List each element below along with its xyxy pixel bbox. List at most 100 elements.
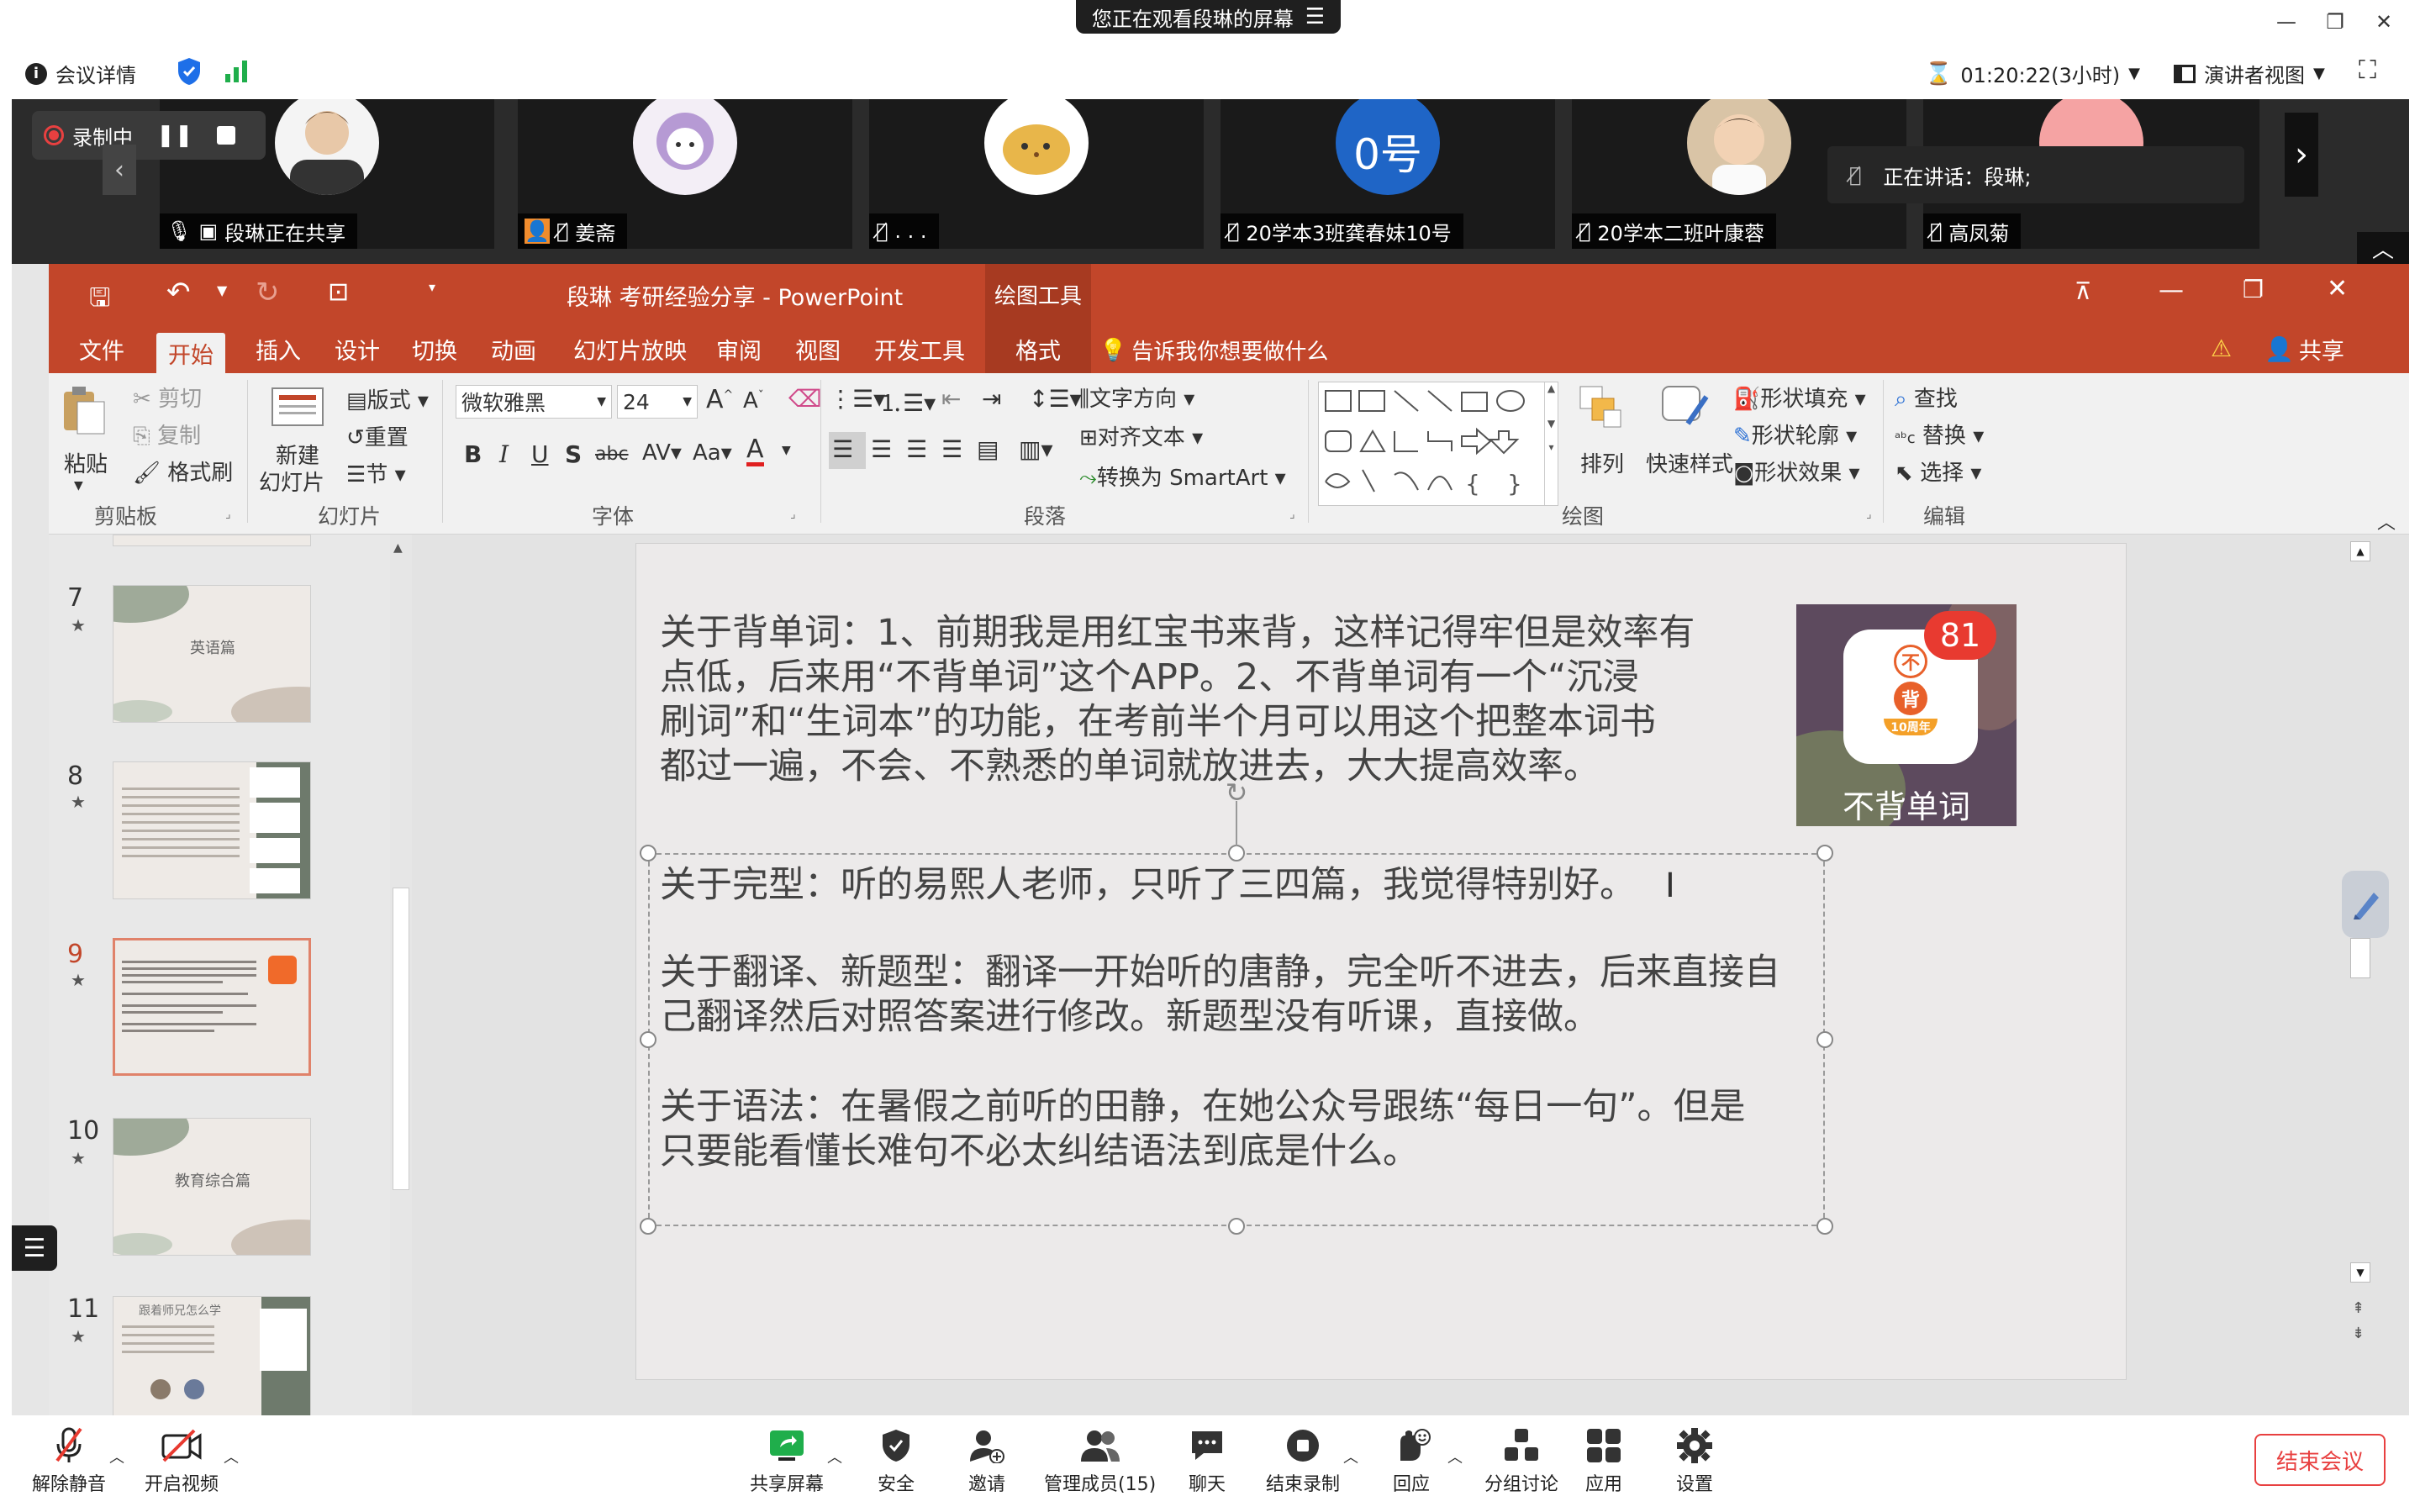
char-spacing-icon[interactable]: AV▾ [642,440,682,466]
copy-button[interactable]: ⎘ 复制 [133,419,201,450]
video-button[interactable]: 开启视频 [145,1422,219,1496]
paragraph-cloze[interactable]: 关于完型：听的易熙人老师，只听了三四篇，我觉得特别好。 [660,863,1636,908]
tab-insert[interactable]: 插入 [244,324,313,373]
slide-thumbnail[interactable]: 教育综合篇 [113,1118,311,1256]
justify-icon[interactable]: ☰ [941,435,962,463]
settings-button[interactable]: 设置 [1676,1422,1713,1496]
tab-format[interactable]: 格式 [985,324,1091,373]
signal-icon[interactable] [224,59,249,82]
resize-handle[interactable] [640,1218,656,1235]
align-right-icon[interactable]: ☰ [906,435,927,463]
prev-slide-icon[interactable]: ⇞ [2352,1299,2365,1317]
share-button[interactable]: 👤 共享 [2264,333,2344,366]
present-icon[interactable]: ⊡ [328,277,349,307]
font-color-icon[interactable]: A [746,437,764,466]
clear-format-icon[interactable]: ⌫ [788,385,822,413]
slide-thumbnail-active[interactable] [113,938,311,1076]
align-left-icon[interactable]: ☰ [832,435,853,463]
resize-handle[interactable] [640,1031,656,1048]
shapes-gallery[interactable]: {} ▲ ▼ ▾ [1318,382,1558,506]
save-icon[interactable]: 🖫 [89,279,111,322]
minimize-icon[interactable]: — [2270,7,2303,37]
shield-icon[interactable] [177,57,202,86]
dialog-launcher-icon[interactable]: ⌟ [790,508,796,521]
shape-effects-button[interactable]: ◙形状效果 ▾ [1733,456,1860,487]
grow-font-icon[interactable]: A^ [706,385,733,414]
resize-handle[interactable] [1816,845,1833,861]
slide-thumbnail[interactable]: 英语篇 [113,585,311,723]
annotate-icon[interactable] [2342,871,2389,938]
chevron-down-icon[interactable]: ▼ [782,444,791,457]
mute-button[interactable]: 解除静音 [32,1422,106,1496]
bullets-icon[interactable]: ⋮☰▾ [829,385,885,413]
smartart-button[interactable]: ⤳转换为 SmartArt ▾ [1079,461,1286,492]
arrange-label[interactable]: 排列 [1580,447,1624,478]
align-text-button[interactable]: ⊞对齐文本 ▾ [1079,420,1203,451]
scroll-down-icon[interactable]: ▼ [2350,1262,2370,1283]
redo-icon[interactable]: ↻ [256,276,280,309]
tab-file[interactable]: 文件 [67,324,136,373]
slide[interactable]: 关于背单词：1、前期我是用红宝书来背，这样记得牢但是效率有 点低，后来用“不背单… [635,543,2127,1380]
replace-button[interactable]: ᵃᵇc 替换 ▾ [1895,419,1984,450]
meeting-timer[interactable]: ⌛ 01:20:22(3小时) ▼ [1925,59,2140,88]
app-image[interactable]: 不 背 10周年 81 不背单词 [1796,604,2017,826]
scroll-up-icon[interactable]: ▲ [2350,541,2370,561]
chevron-down-icon[interactable]: ▼ [74,479,83,493]
numbering-icon[interactable]: ⒈☰▾ [879,385,936,419]
gallery-scroll[interactable]: ▲ ▼ ▾ [1544,382,1558,505]
tab-slideshow[interactable]: 幻灯片放映 [562,324,699,373]
arrange-icon[interactable] [1577,383,1627,434]
slide-thumbnail[interactable] [113,761,311,899]
cut-button[interactable]: ✂ 剪切 [133,382,202,413]
tab-view[interactable]: 视图 [783,324,852,373]
dialog-launcher-icon[interactable]: ⌟ [1289,508,1295,521]
view-switcher[interactable]: 演讲者视图 ▼ [2174,59,2325,88]
ppt-minimize-icon[interactable]: — [2159,276,2184,305]
list-icon[interactable]: ☰ [12,1225,57,1271]
chevron-down-icon[interactable]: ▼ [217,282,227,298]
resize-handle[interactable] [1816,1218,1833,1235]
find-button[interactable]: ⌕ 查找 [1895,382,1958,413]
bold-icon[interactable]: B [464,440,482,468]
end-meeting-button[interactable]: 结束会议 [2254,1434,2386,1486]
tell-me-box[interactable]: 💡 告诉我你想要做什么 [1099,335,1328,366]
rotate-handle-icon[interactable]: ↻ [1221,777,1252,808]
participant-tile[interactable]: 👤 🎙̸ 姜斋 [518,99,852,249]
resize-handle[interactable] [640,845,656,861]
font-size-select[interactable]: 24 ▼ [617,385,698,419]
paste-label[interactable]: 粘贴 [64,447,108,478]
chevron-up-icon[interactable]: ︿ [109,1446,124,1467]
increase-indent-icon[interactable]: ⇥ [982,385,1001,413]
canvas-scrollbar[interactable]: ▲ ▼ ⇞ ⇟ [2347,535,2374,1415]
undo-icon[interactable]: ↶ [166,276,191,309]
security-button[interactable]: 安全 [878,1422,915,1496]
paragraph-translation[interactable]: 关于翻译、新题型：翻译一开始听的唐静，完全听不进去，后来直接自 己翻译然后对照答… [660,951,1780,1040]
underline-icon[interactable]: U [531,440,549,468]
next-slide-icon[interactable]: ⇟ [2352,1325,2365,1342]
ppt-restore-icon[interactable]: ❐ [2243,276,2264,303]
font-name-select[interactable]: 微软雅黑 ▼ [456,385,612,419]
quick-styles-icon[interactable] [1659,382,1711,434]
close-icon[interactable]: ✕ [2367,7,2401,37]
change-case-icon[interactable]: Aa▾ [693,440,732,466]
chat-button[interactable]: 聊天 [1189,1422,1226,1496]
resize-handle[interactable] [1228,845,1245,861]
format-painter-button[interactable]: 🖌 格式刷 [133,456,233,487]
collapse-ribbon-icon[interactable]: ︿ [2377,508,2396,535]
restore-icon[interactable]: ❐ [2318,7,2352,37]
apps-button[interactable]: 应用 [1585,1422,1622,1496]
collapse-strip-icon[interactable]: ︿ [2357,232,2409,264]
participant-tile[interactable]: 🎙̸ . . . [869,99,1204,249]
slide-thumbnail[interactable]: 跟着师兄怎么学 [113,1296,311,1415]
slide-thumbnail-partial[interactable] [113,535,311,546]
tab-transitions[interactable]: 切换 [400,324,469,373]
thumbs-scrollbar[interactable]: ▲ [390,535,412,1415]
paragraph-grammar[interactable]: 关于语法：在暑假之前听的田静，在她公众号跟练“每日一句”。但是 只要能看懂长难句… [660,1085,1746,1174]
slide-canvas[interactable]: 关于背单词：1、前期我是用红宝书来背，这样记得牢但是效率有 点低，后来用“不背单… [412,535,2409,1415]
columns-icon[interactable]: ▥▾ [1019,435,1053,463]
next-arrow-icon[interactable]: › [2285,113,2318,197]
tab-developer[interactable]: 开发工具 [862,324,977,373]
tab-animations[interactable]: 动画 [479,324,548,373]
chevron-up-icon[interactable]: ︿ [1343,1446,1358,1467]
reset-button[interactable]: ↺重置 [346,420,409,451]
